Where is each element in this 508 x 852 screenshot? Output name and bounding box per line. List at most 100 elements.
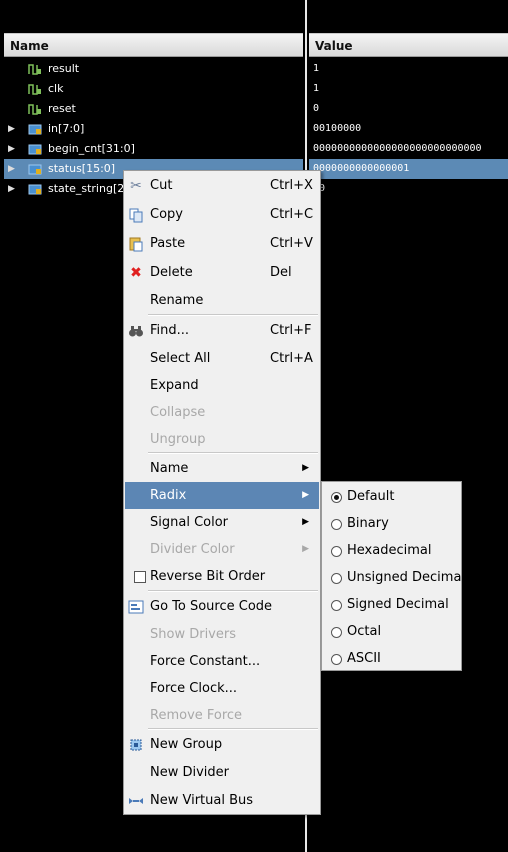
expand-arrow-icon[interactable]: ▶ bbox=[8, 119, 15, 139]
menu-item-new-divider[interactable]: New Divider bbox=[125, 759, 319, 786]
signal-name-cell: ▶ begin_cnt[31:0] bbox=[4, 139, 303, 159]
radix-option-octal[interactable]: Octal bbox=[323, 618, 460, 645]
signal-name: in[7:0] bbox=[48, 122, 85, 135]
menu-item-name[interactable]: Name ▶ bbox=[125, 455, 319, 482]
name-column-header[interactable]: Name bbox=[4, 33, 303, 57]
menu-item-label: Collapse bbox=[150, 405, 206, 420]
signal-value: 0000000000000000000000000000 bbox=[313, 143, 482, 154]
signal-name-cell: result bbox=[4, 59, 303, 79]
menu-item-label: New Divider bbox=[150, 765, 230, 780]
menu-item-signal-color[interactable]: Signal Color ▶ bbox=[125, 509, 319, 536]
radix-option-binary[interactable]: Binary bbox=[323, 510, 460, 537]
menu-separator bbox=[148, 452, 318, 454]
radix-option-label: Hexadecimal bbox=[347, 543, 432, 558]
menu-item-delete[interactable]: ✖ Delete Del bbox=[125, 259, 319, 286]
menu-item-label: Divider Color bbox=[150, 542, 235, 557]
signal-name: reset bbox=[48, 102, 76, 115]
menu-item-label: Select All bbox=[150, 351, 211, 366]
radix-option-default[interactable]: Default bbox=[323, 483, 460, 510]
menu-item-new-group[interactable]: New Group bbox=[125, 731, 319, 758]
copy-icon bbox=[128, 207, 144, 223]
menu-item-label: Copy bbox=[150, 207, 183, 222]
menu-item-show-drivers: Show Drivers bbox=[125, 621, 319, 648]
menu-item-label: Reverse Bit Order bbox=[150, 569, 266, 584]
signal-row[interactable]: ▶ begin_cnt[31:0] 0000000000000000000000… bbox=[0, 139, 508, 159]
bus-signal-icon bbox=[28, 124, 42, 135]
signal-value: 1 bbox=[313, 83, 320, 94]
menu-separator bbox=[148, 314, 318, 316]
menu-item-shortcut: Ctrl+X bbox=[270, 178, 313, 193]
menu-item-label: Radix bbox=[150, 488, 187, 503]
menu-item-label: New Virtual Bus bbox=[150, 793, 254, 808]
radix-option-signed-decimal[interactable]: Signed Decimal bbox=[323, 591, 460, 618]
expand-arrow-icon[interactable]: ▶ bbox=[8, 139, 15, 159]
bus-signal-icon bbox=[28, 184, 42, 195]
bus-signal-icon bbox=[28, 144, 42, 155]
scalar-signal-icon bbox=[28, 64, 41, 75]
menu-item-rename[interactable]: Rename bbox=[125, 287, 319, 314]
menu-item-label: Find... bbox=[150, 323, 190, 338]
menu-item-label: Expand bbox=[150, 378, 199, 393]
menu-item-remove-force: Remove Force bbox=[125, 702, 319, 729]
radix-submenu: Default Binary Hexadecimal Unsigned Deci… bbox=[321, 481, 465, 672]
radix-option-hexadecimal[interactable]: Hexadecimal bbox=[323, 537, 460, 564]
radix-option-label: ASCII bbox=[347, 651, 381, 666]
menu-item-new-virtual-bus[interactable]: New Virtual Bus bbox=[125, 787, 319, 814]
menu-item-label: Signal Color bbox=[150, 515, 229, 530]
menu-item-reverse-bit-order[interactable]: Reverse Bit Order bbox=[125, 563, 319, 590]
menu-item-ungroup: Ungroup bbox=[125, 426, 319, 453]
menu-item-go-to-source[interactable]: Go To Source Code bbox=[125, 593, 319, 620]
radix-option-label: Signed Decimal bbox=[347, 597, 449, 612]
menu-item-divider-color: Divider Color ▶ bbox=[125, 536, 319, 563]
signal-value: 1 bbox=[313, 63, 320, 74]
signal-value: 0000000000000001 bbox=[309, 159, 508, 179]
menu-item-cut[interactable]: ✂ Cut Ctrl+X bbox=[125, 172, 319, 199]
radio-selected-icon bbox=[331, 492, 342, 503]
radix-option-ascii[interactable]: ASCII bbox=[323, 645, 460, 672]
submenu-arrow-icon: ▶ bbox=[302, 544, 309, 554]
radix-option-label: Octal bbox=[347, 624, 382, 639]
menu-item-expand[interactable]: Expand bbox=[125, 372, 319, 399]
value-column-header[interactable]: Value bbox=[309, 33, 508, 57]
signal-name: begin_cnt[31:0] bbox=[48, 142, 135, 155]
submenu-arrow-icon: ▶ bbox=[302, 463, 309, 473]
binoculars-icon bbox=[128, 323, 144, 339]
signal-name: state_string[23 bbox=[48, 182, 132, 195]
menu-item-shortcut: Del bbox=[270, 265, 292, 280]
menu-item-label: Show Drivers bbox=[150, 627, 236, 642]
signal-row[interactable]: reset 0 bbox=[0, 99, 508, 119]
expand-arrow-icon[interactable]: ▶ bbox=[8, 179, 15, 199]
new-group-icon bbox=[128, 737, 144, 753]
menu-item-find[interactable]: Find... Ctrl+F bbox=[125, 317, 319, 344]
submenu-arrow-icon: ▶ bbox=[302, 517, 309, 527]
menu-item-label: New Group bbox=[150, 737, 223, 752]
paste-icon bbox=[128, 236, 144, 252]
menu-item-radix[interactable]: Radix ▶ bbox=[125, 482, 319, 509]
menu-item-force-constant[interactable]: Force Constant... bbox=[125, 648, 319, 675]
radio-icon bbox=[331, 519, 342, 530]
cut-icon: ✂ bbox=[130, 178, 142, 194]
menu-separator bbox=[148, 728, 318, 730]
signal-row[interactable]: clk 1 bbox=[0, 79, 508, 99]
signal-name-cell: ▶ in[7:0] bbox=[4, 119, 303, 139]
signal-value: s0 bbox=[309, 179, 508, 199]
menu-item-paste[interactable]: Paste Ctrl+V bbox=[125, 230, 319, 257]
expand-arrow-icon[interactable]: ▶ bbox=[8, 159, 15, 179]
reverse-bit-order-checkbox[interactable] bbox=[134, 571, 146, 583]
menu-item-collapse: Collapse bbox=[125, 399, 319, 426]
menu-item-copy[interactable]: Copy Ctrl+C bbox=[125, 201, 319, 228]
menu-item-shortcut: Ctrl+F bbox=[270, 323, 312, 338]
signal-name: status[15:0] bbox=[48, 162, 116, 175]
menu-item-label: Force Clock... bbox=[150, 681, 238, 696]
menu-item-select-all[interactable]: Select All Ctrl+A bbox=[125, 345, 319, 372]
menu-item-label: Remove Force bbox=[150, 708, 243, 723]
signal-row[interactable]: result 1 bbox=[0, 59, 508, 79]
radio-icon bbox=[331, 573, 342, 584]
signal-name: result bbox=[48, 62, 80, 75]
toolbar-spacer bbox=[0, 0, 508, 33]
radix-option-unsigned-decimal[interactable]: Unsigned Decimal bbox=[323, 564, 465, 591]
menu-item-label: Force Constant... bbox=[150, 654, 261, 669]
signal-row[interactable]: ▶ in[7:0] 00100000 bbox=[0, 119, 508, 139]
menu-item-force-clock[interactable]: Force Clock... bbox=[125, 675, 319, 702]
signal-value: 0 bbox=[313, 103, 320, 114]
